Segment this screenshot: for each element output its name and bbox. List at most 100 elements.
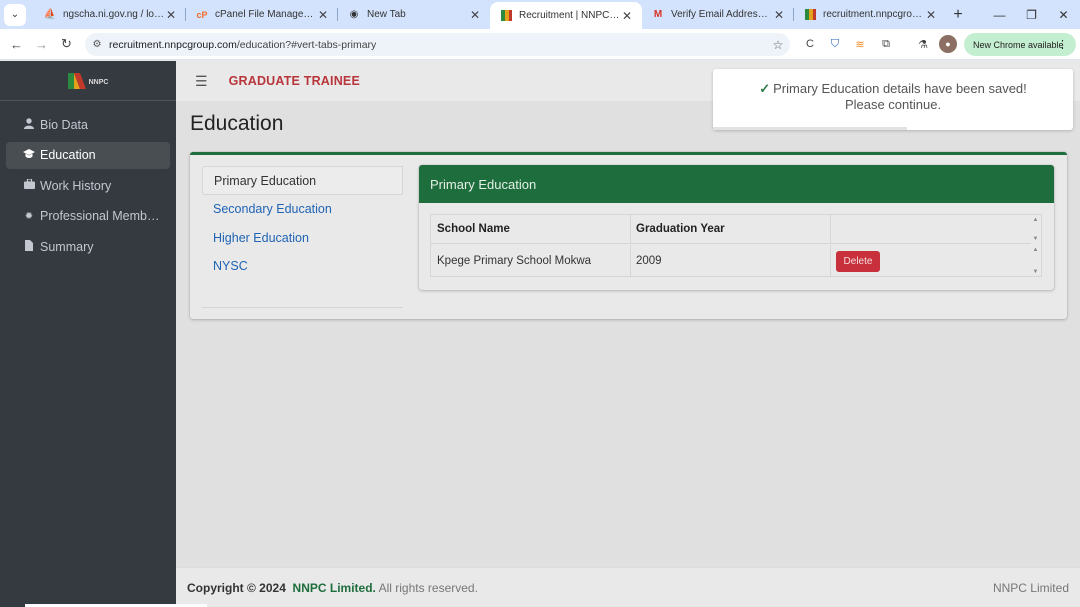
address-bar[interactable]: ⚙ recruitment.nnpcgroup.com/education?#v… [85, 33, 790, 56]
browser-tab[interactable]: ◉ New Tab ✕ [338, 0, 490, 29]
close-tab-icon[interactable]: ✕ [924, 8, 938, 22]
sidebar-item-work-history[interactable]: Work History [6, 172, 170, 199]
sidebar-item-education[interactable]: Education [6, 141, 170, 169]
footer-right-text: NNPC Limited [992, 580, 1069, 595]
new-tab-plus-icon[interactable]: + [946, 6, 970, 24]
sidebar-item-summary[interactable]: Summary [6, 233, 170, 260]
tab-title: cPanel File Manager v3 [215, 9, 316, 20]
nnpc-logo[interactable]: NNPC [67, 72, 109, 89]
briefcase-icon [23, 178, 35, 192]
hamburger-menu-icon[interactable]: ☰ [195, 73, 208, 90]
scroll-up-icon[interactable]: ▲ [1033, 217, 1039, 223]
tab-secondary-education[interactable]: Secondary Education [202, 195, 403, 224]
tab-title: ngscha.ni.gov.ng / localho [63, 9, 164, 20]
pma-icon: ⛵ [43, 9, 57, 20]
sidebar-nav: Bio Data Education Work History ✹ Profes… [0, 101, 176, 260]
tab-title: Recruitment | NNPC Limite [519, 10, 620, 21]
close-window-icon[interactable]: ✕ [1047, 0, 1080, 29]
nnpc-logo-mark-icon [67, 72, 88, 89]
sidebar-item-label: Work History [40, 178, 112, 193]
browser-tab[interactable]: ⛵ ngscha.ni.gov.ng / localho ✕ [34, 0, 186, 29]
site-info-icon[interactable]: ⚙ [85, 39, 109, 50]
back-arrow-icon[interactable]: ← [4, 37, 29, 52]
cell-actions: Delete [831, 250, 1031, 272]
app-sidebar: NNPC Bio Data Education Work History ✹ P… [0, 61, 176, 607]
close-tab-icon[interactable]: ✕ [620, 9, 634, 23]
table-row: Kpege Primary School Mokwa 2009 Delete [431, 245, 1031, 277]
sidebar-item-bio-data[interactable]: Bio Data [6, 111, 170, 138]
scroll-up-icon[interactable]: ▲ [1033, 247, 1039, 253]
tab-title: New Tab [367, 9, 406, 20]
file-icon [23, 239, 35, 254]
shield-extension-icon[interactable]: ⛉ [826, 35, 844, 53]
extension-wave-icon[interactable]: ≋ [851, 35, 869, 53]
maximize-icon[interactable]: ❐ [1015, 0, 1048, 29]
scroll-down-icon[interactable]: ▼ [1033, 269, 1039, 275]
tab-nysc[interactable]: NYSC [202, 252, 403, 281]
close-tab-icon[interactable]: ✕ [316, 8, 330, 22]
kebab-menu-icon[interactable]: ⋮ [1057, 38, 1068, 51]
new-chrome-available-button[interactable]: New Chrome available ⋮ [964, 33, 1076, 56]
tab-primary-education[interactable]: Primary Education [202, 166, 403, 195]
extension-c-icon[interactable]: C [801, 35, 819, 53]
url-text[interactable]: recruitment.nnpcgroup.com/education?#ver… [109, 39, 766, 51]
logo-text: NNPC [88, 79, 109, 86]
app-footer: Copyright © 2024 NNPC Limited. All right… [176, 567, 1080, 607]
app-title: GRADUATE TRAINEE [228, 74, 361, 88]
toast-message-line1: ✓ Primary Education details have been sav… [759, 81, 1027, 96]
cog-icon: ✹ [24, 210, 34, 222]
header-scrollbar[interactable]: ▲ ▼ [1030, 217, 1041, 242]
delete-button[interactable]: Delete [836, 250, 880, 272]
browser-tab[interactable]: recruitment.nnpcgroup.co ✕ [794, 0, 946, 29]
labs-flask-icon[interactable]: ⚗ [914, 35, 932, 53]
tab-label: Primary Education [214, 173, 317, 188]
column-header-school-name[interactable]: School Name [431, 214, 631, 244]
close-tab-icon[interactable]: ✕ [468, 8, 482, 22]
panel-header: Primary Education [419, 165, 1054, 203]
footer-company-link[interactable]: NNPC Limited. [293, 581, 376, 595]
footer-copyright: Copyright © 2024 NNPC Limited. All right… [187, 580, 478, 595]
sidebar-item-label: Education [40, 148, 96, 162]
cpanel-icon: cP [196, 9, 208, 20]
gmail-icon: M [653, 9, 663, 20]
sidebar-item-label: Summary [40, 239, 94, 254]
new-chrome-label: New Chrome available [973, 39, 1064, 50]
forward-arrow-icon[interactable]: → [29, 37, 54, 52]
reload-icon[interactable]: ↻ [54, 36, 79, 52]
panel-title: Primary Education [430, 176, 537, 192]
education-card: Primary Education Secondary Education Hi… [190, 152, 1067, 319]
close-tab-icon[interactable]: ✕ [164, 8, 178, 22]
chrome-icon: ◉ [349, 9, 359, 20]
scroll-down-icon[interactable]: ▼ [1033, 236, 1039, 242]
close-tab-icon[interactable]: ✕ [772, 8, 786, 22]
browser-toolbar: ← → ↻ ⚙ recruitment.nnpcgroup.com/educat… [0, 29, 1080, 60]
body-scrollbar[interactable]: ▲ ▼ [1030, 247, 1041, 275]
sidebar-item-professional-membership[interactable]: ✹ Professional Memb… [6, 203, 170, 230]
sidebar-item-label: Bio Data [40, 117, 88, 132]
cell-school-name: Kpege Primary School Mokwa [431, 245, 631, 277]
tab-label: NYSC [213, 259, 248, 274]
primary-education-panel: Primary Education School Name Graduation… [419, 165, 1054, 290]
bookmark-star-icon[interactable]: ☆ [766, 38, 790, 52]
education-vertical-tabs: Primary Education Secondary Education Hi… [202, 166, 403, 308]
user-icon [23, 117, 35, 132]
column-header-graduation-year[interactable]: Graduation Year [631, 214, 831, 244]
table-header-row: School Name Graduation Year [431, 214, 1031, 244]
browser-tab-active[interactable]: Recruitment | NNPC Limite ✕ [490, 2, 642, 29]
tab-label: Higher Education [213, 230, 309, 245]
minimize-icon[interactable]: — [983, 0, 1016, 29]
browser-tab[interactable]: cP cPanel File Manager v3 ✕ [186, 0, 338, 29]
check-icon: ✓ [759, 81, 771, 96]
tab-higher-education[interactable]: Higher Education [202, 224, 403, 253]
education-table: School Name Graduation Year ▲ ▼ Kpege Pri… [430, 214, 1042, 277]
tab-title: Verify Email Address - abd [671, 9, 772, 20]
cell-graduation-year: 2009 [631, 245, 831, 277]
profile-avatar-icon[interactable]: ● [939, 35, 957, 53]
page-title: Education [190, 112, 284, 135]
sidebar-brand[interactable]: NNPC [0, 61, 176, 101]
nnpc-icon [804, 9, 816, 21]
puzzle-extensions-icon[interactable]: ⧉ [877, 35, 895, 53]
browser-tab[interactable]: M Verify Email Address - abd ✕ [642, 0, 794, 29]
tab-search-chevron-icon[interactable]: ⌄ [4, 3, 26, 26]
success-toast[interactable]: ✓ Primary Education details have been sav… [713, 69, 1073, 130]
